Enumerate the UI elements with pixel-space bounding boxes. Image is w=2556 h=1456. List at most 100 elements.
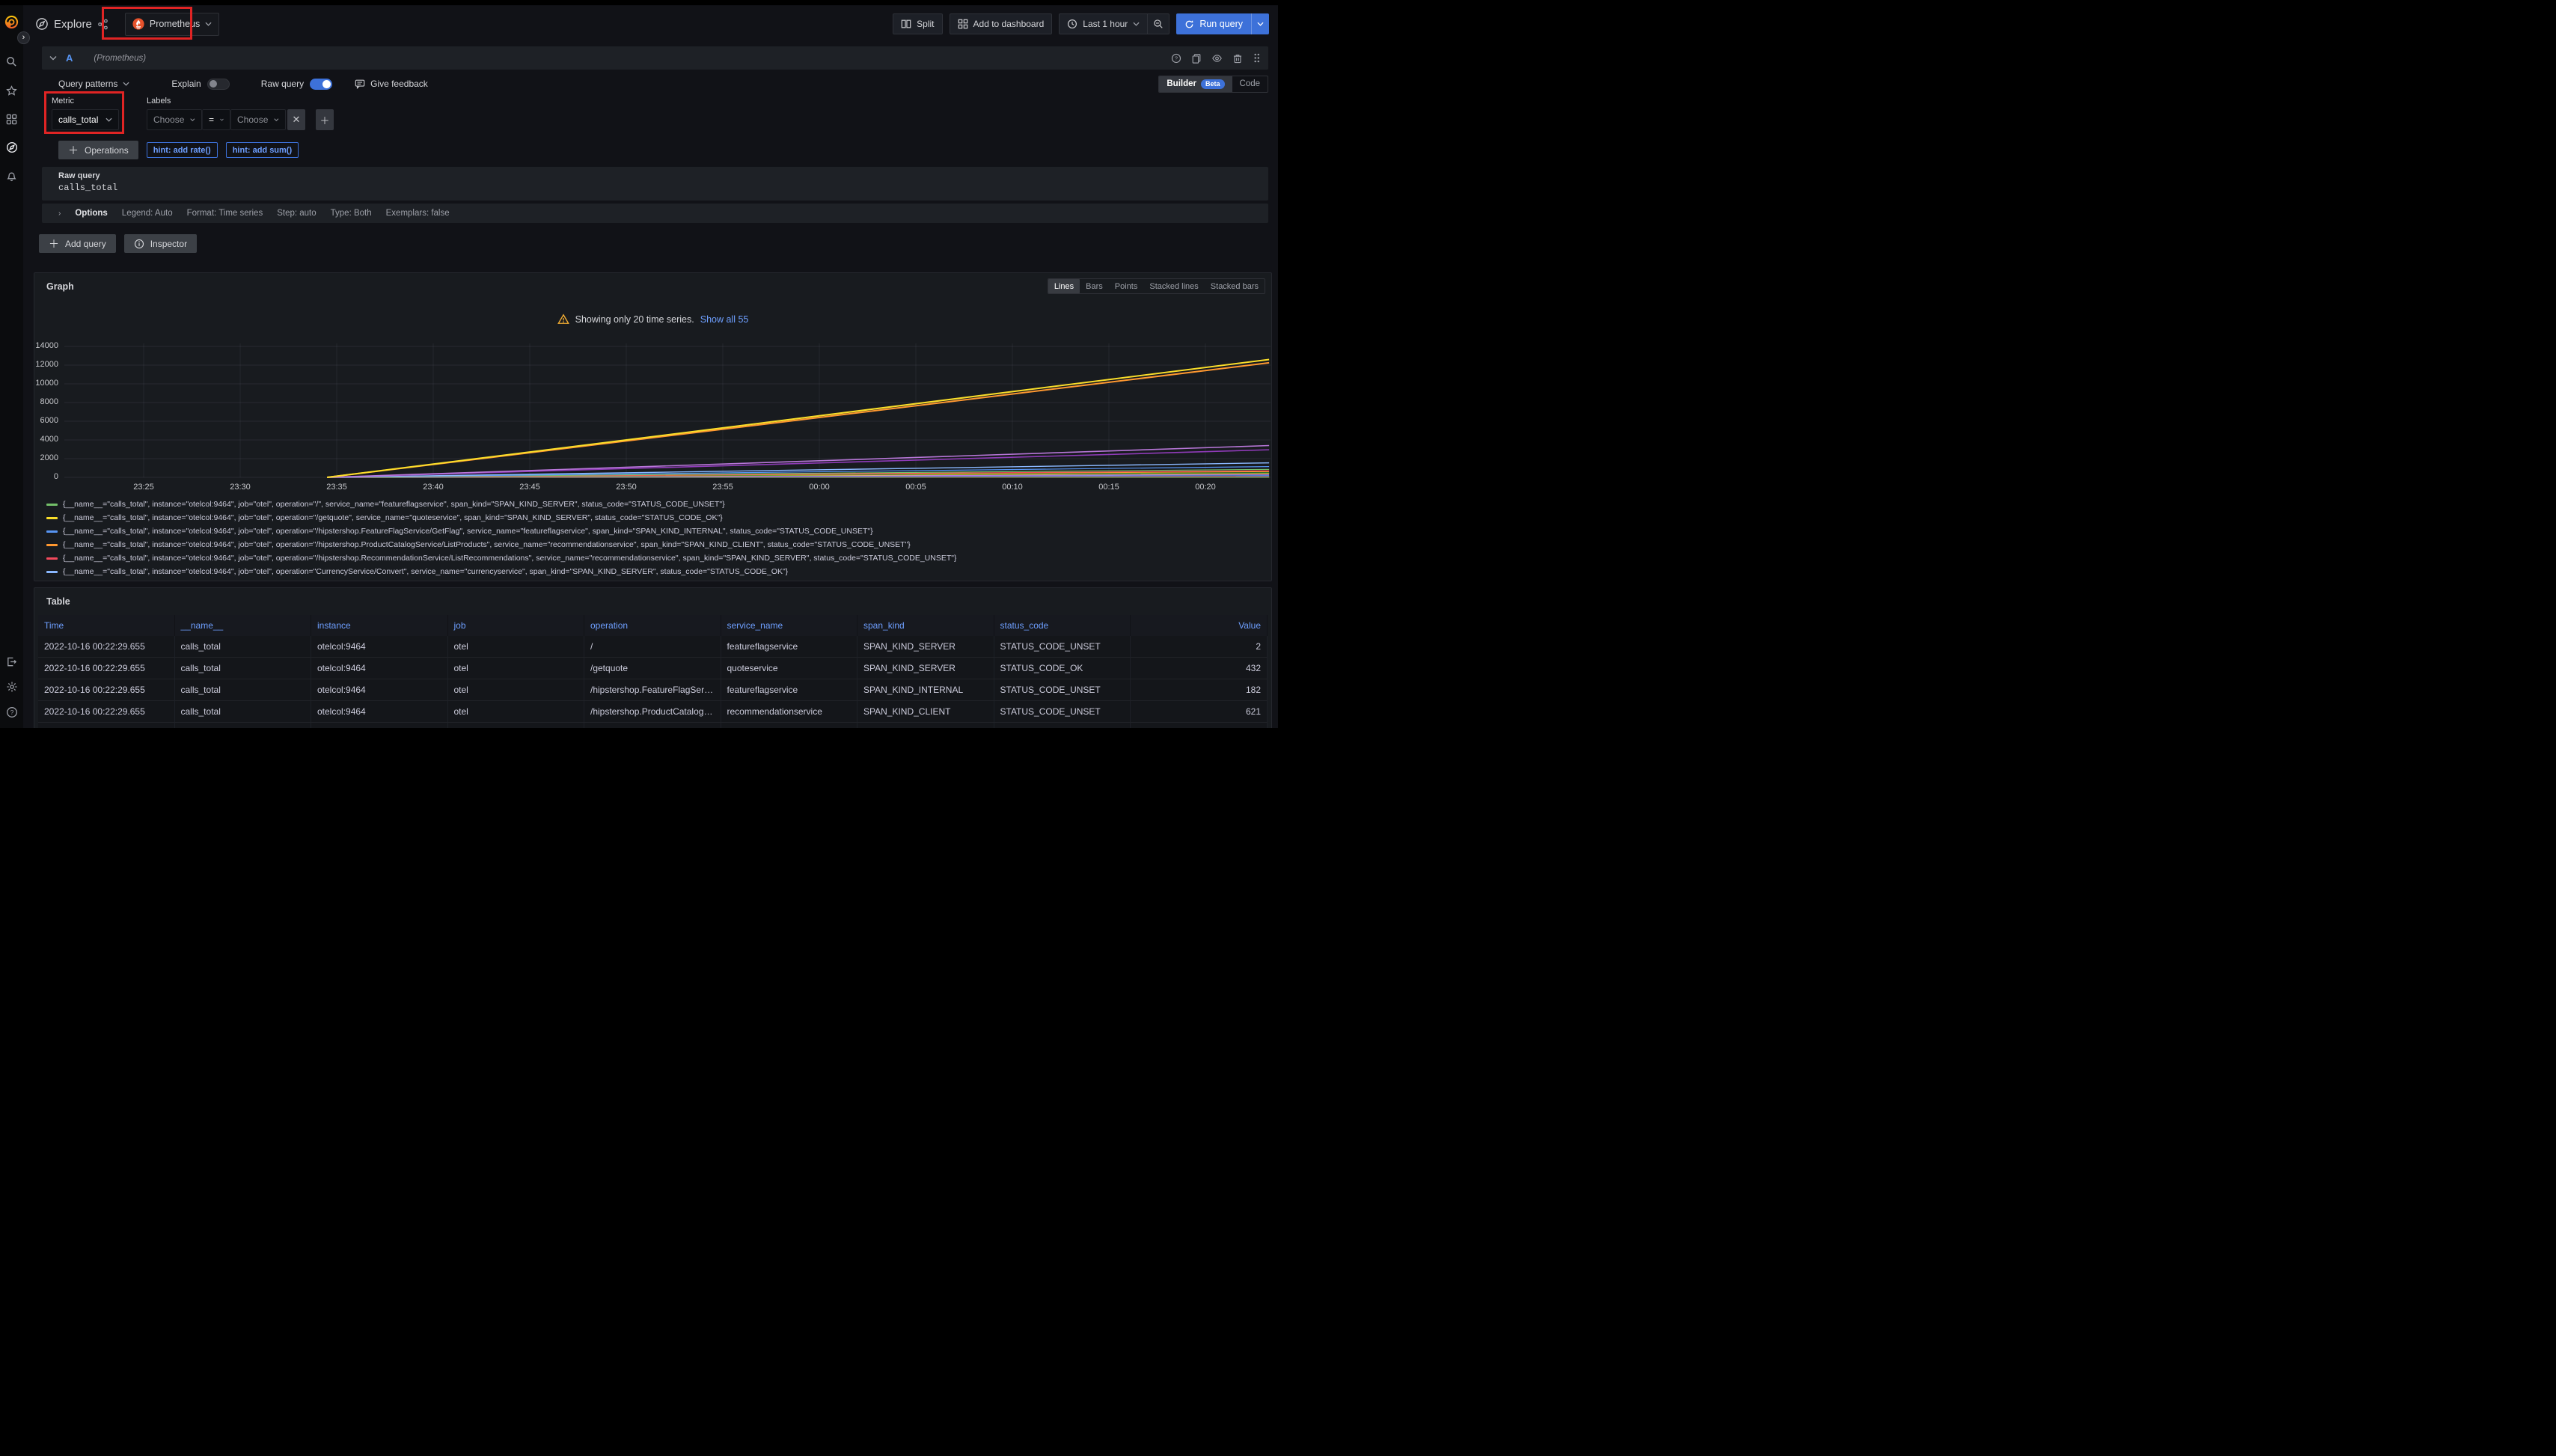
give-feedback-button[interactable]: Give feedback bbox=[355, 79, 428, 89]
cell-span-kind: SPAN_KIND_SERVER bbox=[857, 658, 994, 679]
explore-compass-icon bbox=[35, 17, 49, 31]
add-operation-button[interactable]: ＋ Operations bbox=[58, 141, 138, 159]
chevron-down-icon bbox=[220, 117, 224, 122]
query-patterns-label: Query patterns bbox=[58, 79, 117, 89]
disable-query-eye-icon[interactable] bbox=[1211, 53, 1223, 64]
metric-select[interactable]: calls_total bbox=[52, 109, 119, 130]
hint-add-sum-button[interactable]: hint: add sum() bbox=[226, 142, 299, 158]
column-header-status-code[interactable]: status_code bbox=[994, 615, 1131, 636]
page-title: Explore bbox=[54, 18, 92, 31]
split-button[interactable]: Split bbox=[893, 13, 942, 34]
graph-mode-bars[interactable]: Bars bbox=[1080, 279, 1109, 293]
zoom-out-time-button[interactable] bbox=[1147, 14, 1169, 34]
label-value-select[interactable]: Choose bbox=[230, 109, 286, 130]
sidebar-expand-button[interactable]: › bbox=[17, 31, 30, 44]
graph-mode-stacked-bars[interactable]: Stacked bars bbox=[1205, 279, 1265, 293]
sign-in-icon[interactable] bbox=[0, 649, 23, 674]
alerting-bell-icon[interactable] bbox=[0, 163, 23, 189]
label-operator-value: = bbox=[209, 114, 214, 125]
column-header-span-kind[interactable]: span_kind bbox=[857, 615, 994, 636]
column-header-operation[interactable]: operation bbox=[584, 615, 721, 636]
cell-value: 432 bbox=[1131, 658, 1268, 679]
column-header-time[interactable]: Time bbox=[38, 615, 175, 636]
legend-item[interactable]: {__name__="calls_total", instance="otelc… bbox=[46, 538, 1265, 551]
top-bar: Explore Prometheus bbox=[23, 5, 1278, 43]
star-icon[interactable] bbox=[0, 78, 23, 103]
graph-mode-stacked-lines[interactable]: Stacked lines bbox=[1143, 279, 1204, 293]
drag-handle-icon[interactable] bbox=[1253, 52, 1261, 64]
cell-job: otel bbox=[448, 636, 585, 657]
builder-mode-tab[interactable]: Builder Beta bbox=[1159, 76, 1232, 92]
raw-query-preview: Raw query calls_total bbox=[42, 167, 1268, 201]
time-picker-button[interactable]: Last 1 hour bbox=[1060, 14, 1147, 34]
query-patterns-dropdown[interactable]: Query patterns bbox=[58, 79, 129, 89]
graph-mode-lines[interactable]: Lines bbox=[1048, 279, 1080, 293]
legend-color-dash bbox=[46, 544, 58, 546]
legend-item[interactable]: {__name__="calls_total", instance="otelc… bbox=[46, 511, 1265, 524]
cell-job: otel bbox=[448, 658, 585, 679]
column-header-value[interactable]: Value bbox=[1131, 615, 1268, 636]
add-to-dashboard-button[interactable]: Add to dashboard bbox=[950, 13, 1053, 34]
legend-item[interactable]: {__name__="calls_total", instance="otelc… bbox=[46, 498, 1265, 511]
hint-add-rate-button[interactable]: hint: add rate() bbox=[147, 142, 218, 158]
run-query-dropdown[interactable] bbox=[1251, 13, 1269, 34]
query-options-row[interactable]: › Options Legend: AutoFormat: Time serie… bbox=[42, 204, 1268, 223]
remove-query-trash-icon[interactable] bbox=[1232, 53, 1243, 64]
show-all-series-link[interactable]: Show all 55 bbox=[700, 314, 749, 325]
add-label-filter-button[interactable]: ＋ bbox=[316, 109, 334, 130]
settings-gear-icon[interactable] bbox=[0, 674, 23, 700]
add-query-button[interactable]: ＋ Add query bbox=[39, 234, 116, 253]
options-label[interactable]: Options bbox=[75, 209, 107, 218]
column-header-job[interactable]: job bbox=[448, 615, 585, 636]
time-series-chart[interactable] bbox=[64, 341, 1271, 483]
legend-item[interactable]: {__name__="calls_total", instance="otelc… bbox=[46, 565, 1265, 578]
dashboard-grid-icon bbox=[958, 19, 968, 29]
legend-item[interactable]: {__name__="calls_total", instance="otelc… bbox=[46, 551, 1265, 565]
run-query-label: Run query bbox=[1199, 19, 1243, 29]
legend-item[interactable]: {__name__="calls_total", instance="otelc… bbox=[46, 524, 1265, 538]
legend-label: {__name__="calls_total", instance="otelc… bbox=[63, 540, 911, 549]
x-axis-tick-label: 23:25 bbox=[121, 483, 166, 492]
run-query-button[interactable]: Run query bbox=[1176, 13, 1251, 34]
cell-time: 2022-10-16 00:22:29.655 bbox=[38, 723, 175, 728]
column-header---name--[interactable]: __name__ bbox=[175, 615, 312, 636]
graph-mode-tabs: LinesBarsPointsStacked linesStacked bars bbox=[1048, 278, 1265, 294]
x-axis-tick-label: 00:20 bbox=[1183, 483, 1228, 492]
datasource-picker[interactable]: Prometheus bbox=[125, 13, 219, 36]
search-icon[interactable] bbox=[0, 49, 23, 74]
label-key-select[interactable]: Choose bbox=[147, 109, 202, 130]
query-row-header[interactable]: A (Prometheus) ? bbox=[42, 46, 1268, 70]
cell-job: otel bbox=[448, 723, 585, 728]
raw-query-toggle[interactable] bbox=[310, 79, 332, 90]
duplicate-query-icon[interactable] bbox=[1191, 53, 1202, 64]
cell-service-name: featureflagservice bbox=[721, 636, 858, 657]
help-icon[interactable]: ? bbox=[0, 700, 23, 725]
explore-page: ? › Explore P bbox=[0, 0, 1278, 728]
column-header-service-name[interactable]: service_name bbox=[721, 615, 858, 636]
graph-mode-points[interactable]: Points bbox=[1109, 279, 1144, 293]
editor-actions-row: ＋ Add query Inspector bbox=[39, 234, 197, 253]
explore-compass-icon[interactable] bbox=[0, 135, 23, 160]
x-axis-tick-label: 00:10 bbox=[990, 483, 1035, 492]
label-operator-select[interactable]: = bbox=[202, 109, 230, 130]
query-help-icon[interactable]: ? bbox=[1171, 53, 1181, 64]
collapse-chevron-icon[interactable] bbox=[49, 55, 57, 61]
chevron-down-icon bbox=[205, 22, 212, 26]
column-header-instance[interactable]: instance bbox=[311, 615, 448, 636]
query-ref-id: A bbox=[66, 52, 73, 64]
inspector-button[interactable]: Inspector bbox=[124, 234, 197, 253]
explain-toggle[interactable] bbox=[207, 79, 230, 90]
cell-operation: /hipstershop.FeatureFlagService/GetFlag bbox=[584, 679, 721, 700]
cell---name--: calls_total bbox=[175, 679, 312, 700]
legend-label: {__name__="calls_total", instance="otelc… bbox=[63, 527, 873, 536]
cell-operation: /getquote bbox=[584, 658, 721, 679]
code-mode-tab[interactable]: Code bbox=[1232, 76, 1268, 92]
share-icon[interactable] bbox=[97, 19, 108, 30]
y-axis-tick-label: 2000 bbox=[34, 453, 58, 462]
remove-label-filter-button[interactable]: ✕ bbox=[287, 109, 305, 130]
inspector-label: Inspector bbox=[150, 239, 187, 249]
apps-icon[interactable] bbox=[0, 106, 23, 132]
cell-status-code: STATUS_CODE_UNSET bbox=[994, 701, 1131, 722]
metric-field-label: Metric bbox=[52, 97, 119, 105]
metric-labels-row: Metric calls_total Labels Choose = Choos… bbox=[52, 97, 334, 130]
